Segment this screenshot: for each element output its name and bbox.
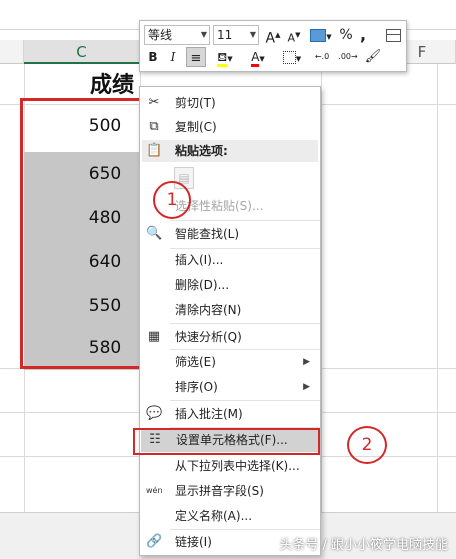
context-menu: ✂ 剪切(T) ⧉ 复制(C) 📋 粘贴选项: ▤ 选择性粘贴(S)... 🔍 … (139, 86, 321, 556)
bold-icon: B (148, 50, 158, 64)
font-color-button[interactable]: A▼ (244, 47, 272, 67)
column-header-c[interactable]: C (24, 40, 140, 64)
menu-separator (170, 323, 320, 324)
menu-label: 删除(D)... (175, 278, 230, 292)
menu-item-filter[interactable]: 筛选(E) ▶ (140, 350, 320, 374)
menu-item-copy[interactable]: ⧉ 复制(C) (140, 115, 320, 139)
quick-analysis-icon: ▦ (147, 329, 161, 344)
menu-item-delete[interactable]: 删除(D)... (140, 273, 320, 297)
link-icon: 🔗 (146, 534, 163, 549)
chevron-down-icon: ▼ (326, 33, 332, 41)
gridline (321, 64, 322, 514)
decrease-decimal-icon: .00→ (338, 52, 358, 61)
step-1-label: 1 (166, 190, 178, 210)
paint-bucket-icon: ⛾ (217, 50, 228, 67)
menu-label: 剪切(T) (175, 96, 216, 110)
mini-toolbar: 等线 ▼ 11 ▼ A▲ A▼ ▼ % , B I ≡ ⛾▼ A▼ ▼ ←.0 (139, 20, 407, 72)
font-size-value: 11 (217, 28, 233, 42)
format-painter-button[interactable]: 🖌 (364, 47, 382, 67)
menu-label: 粘贴选项: (175, 144, 228, 158)
menu-separator (170, 400, 320, 401)
increase-decimal-icon: ←.0 (314, 52, 330, 61)
font-name-value: 等线 (148, 28, 173, 42)
selection-highlight-box (20, 98, 142, 369)
bold-button[interactable]: B (145, 47, 161, 67)
menu-item-paste-options: 📋 粘贴选项: (140, 139, 320, 163)
menu-item-show-pinyin[interactable]: wén 显示拼音字段(S) (140, 479, 320, 503)
smart-lookup-icon: 🔍 (146, 226, 163, 241)
menu-label: 智能查找(L) (175, 227, 240, 241)
shrink-font-button[interactable]: A▼ (285, 25, 303, 45)
column-header-f[interactable]: F (407, 40, 437, 64)
menu-item-clear-contents[interactable]: 清除内容(N) (140, 298, 320, 322)
comma-style-button[interactable]: , (356, 25, 370, 45)
menu-label: 清除内容(N) (175, 303, 242, 317)
menu-item-cut[interactable]: ✂ 剪切(T) (140, 91, 320, 115)
menu-item-insert-comment[interactable]: 💬 插入批注(M) (140, 402, 320, 426)
menu-item-pick-from-list[interactable]: 从下拉列表中选择(K)... (140, 454, 320, 478)
grow-font-button[interactable]: A▲ (264, 25, 282, 47)
column-label-f: F (417, 43, 427, 61)
paintbrush-icon: 🖌 (364, 49, 382, 64)
menu-label: 显示拼音字段(S) (175, 484, 264, 498)
watermark: 头条号 / 跟小小筱学电脑技能 (279, 538, 448, 553)
copy-icon: ⧉ (149, 119, 159, 134)
menu-label: 复制(C) (175, 120, 217, 134)
menu-label: 链接(I) (175, 535, 212, 549)
table-icon (385, 29, 401, 42)
step-2-label: 2 (361, 435, 373, 455)
chevron-down-icon: ▼ (249, 30, 256, 39)
chevron-down-icon: ▼ (227, 55, 233, 63)
menu-label: 从下拉列表中选择(K)... (175, 459, 300, 473)
chevron-down-icon: ▼ (295, 55, 302, 63)
menu-label: 快速分析(Q) (175, 330, 242, 344)
menu-label: 筛选(E) (175, 355, 216, 369)
number-format-button[interactable]: ▼ (307, 25, 335, 45)
borders-icon (282, 51, 296, 64)
menu-label: 排序(O) (175, 380, 218, 394)
menu-item-insert[interactable]: 插入(I)... (140, 248, 320, 272)
step-2-marker: 2 (347, 426, 387, 464)
select-all-corner[interactable] (0, 40, 24, 64)
menu-label: 插入批注(M) (175, 407, 243, 421)
fill-color-button[interactable]: ⛾▼ (210, 47, 240, 67)
menu-label: 定义名称(A)... (175, 509, 253, 523)
font-name-combo[interactable]: 等线 ▼ (144, 25, 210, 45)
column-label-c: C (76, 43, 87, 61)
align-center-button[interactable]: ≡ (186, 47, 206, 67)
menu-item-define-name[interactable]: 定义名称(A)... (140, 504, 320, 528)
comma-icon: , (359, 25, 367, 44)
comment-icon: 💬 (146, 406, 163, 421)
menu-item-quick-analysis[interactable]: ▦ 快速分析(Q) (140, 325, 320, 349)
italic-icon: I (170, 50, 176, 64)
italic-button[interactable]: I (165, 47, 181, 67)
menu-item-smart-lookup[interactable]: 🔍 智能查找(L) (140, 222, 320, 246)
menu-label: 插入(I)... (175, 253, 224, 267)
paste-icon: 📋 (146, 143, 163, 158)
step-1-marker: 1 (153, 181, 191, 219)
decrease-decimal-button[interactable]: .00→ (336, 47, 360, 67)
percent-icon: % (339, 27, 353, 43)
shrink-font-icon: A (287, 31, 296, 45)
menu-item-sort[interactable]: 排序(O) ▶ (140, 375, 320, 399)
format-cells-highlight-box (133, 428, 320, 455)
menu-separator (170, 220, 320, 221)
increase-decimal-button[interactable]: ←.0 (310, 47, 334, 67)
percent-style-button[interactable]: % (338, 25, 354, 45)
align-center-icon: ≡ (190, 51, 202, 66)
format-table-button[interactable] (384, 25, 402, 45)
grow-font-icon: A (265, 30, 276, 47)
currency-icon (310, 29, 327, 42)
borders-button[interactable]: ▼ (279, 47, 305, 67)
font-size-combo[interactable]: 11 ▼ (213, 25, 259, 45)
submenu-arrow-icon: ▶ (303, 382, 310, 392)
scissors-icon: ✂ (148, 95, 160, 110)
gridline (437, 64, 438, 514)
pinyin-icon: wén (146, 486, 163, 495)
chevron-down-icon: ▼ (200, 30, 207, 39)
chevron-down-icon: ▼ (259, 55, 265, 63)
submenu-arrow-icon: ▶ (303, 357, 310, 367)
